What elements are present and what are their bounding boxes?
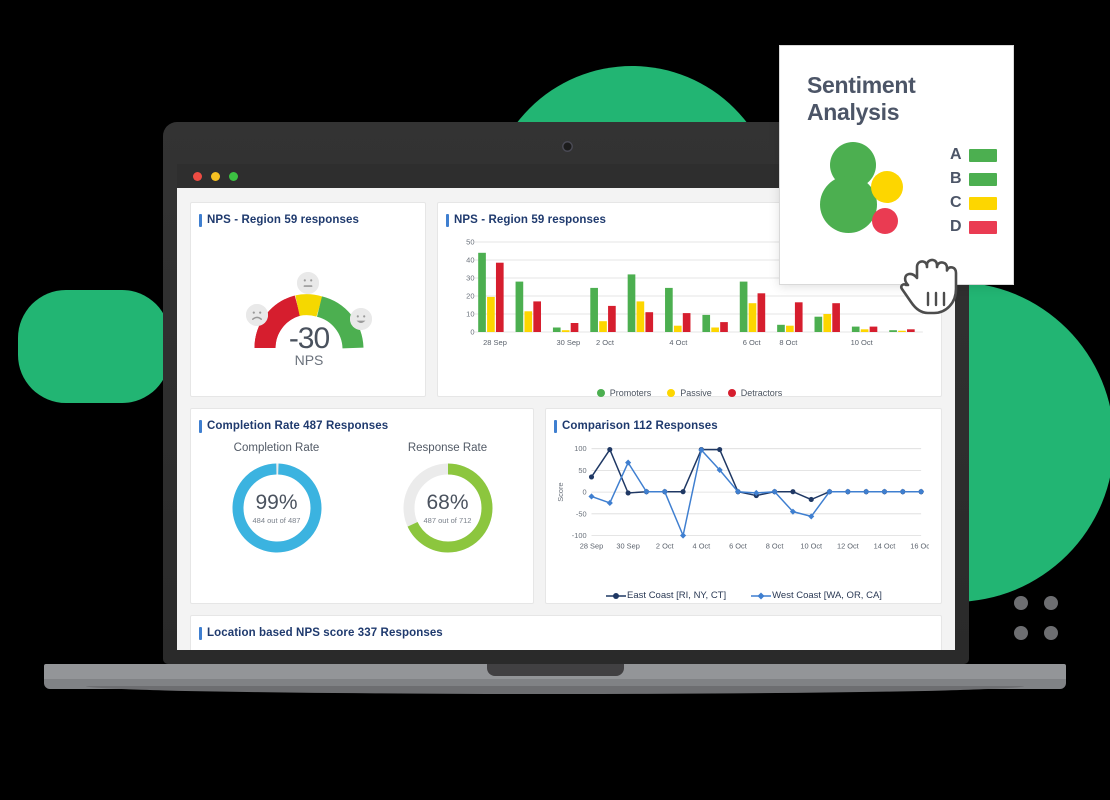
nps-gauge-value: -30 [288,322,330,355]
donut-completion-center: 99% 484 out of 487 [229,460,325,556]
bar-legend-item[interactable]: Detractors [727,388,783,398]
dot [1014,626,1028,640]
svg-text:12 Oct: 12 Oct [837,541,859,550]
laptop-base-foot [86,686,1024,694]
sentiment-legend-swatch [969,148,997,162]
donut-response-caption: Response Rate [407,442,488,454]
svg-text:8 Oct: 8 Oct [766,541,784,550]
svg-text:-100: -100 [572,531,587,540]
sentiment-legend: A B C D [950,146,997,236]
donut-response-rate: Response Rate 68% 487 out of 712 [400,442,496,556]
bubble-yellow [871,171,903,204]
bubble-red [872,208,898,235]
line-chart-svg: -100 -50 0 50 100 Score 28 Sep 30 Sep 2 Oct 4 Oct… [556,444,932,550]
laptop-trackpad-notch [487,664,624,676]
card-location-title: Location based NPS score 337 Responses [191,616,941,640]
line-legend-item[interactable]: East Coast [RI, NY, CT] [605,590,726,601]
donut-completion-sub: 484 out of 487 [252,515,301,525]
donut-completion-percent: 99% [255,490,298,514]
window-close-button[interactable] [193,171,202,181]
card-completion-rate: Completion Rate 487 Responses Completion… [190,408,534,604]
legend-color-dot [667,389,676,397]
svg-text:Score: Score [556,482,565,501]
sentiment-analysis-title: Sentiment Analysis [780,46,1013,126]
svg-text:10 Oct: 10 Oct [800,541,822,550]
card-comparison-title: Comparison 112 Responses [546,409,941,433]
bar-chart-legend: Promoters Passive Detractors [438,388,941,398]
donut-response-percent: 68% [426,490,469,514]
card-nps-gauge-title: NPS - Region 59 responses [191,203,425,227]
sentiment-legend-row: D [950,218,997,236]
dashboard-row-2: Completion Rate 487 Responses Completion… [190,408,942,604]
svg-text:16 Oct: 16 Oct [910,541,929,550]
legend-line-marker [751,592,772,599]
sentiment-legend-letter: D [950,218,962,235]
legend-label: East Coast [RI, NY, CT] [627,590,727,601]
sentiment-legend-letter: B [950,170,962,187]
donut-response-sub: 487 out of 712 [423,515,472,525]
dashboard-row-3: Location based NPS score 337 Responses [190,615,942,650]
legend-color-dot [596,389,605,397]
line-legend-item[interactable]: West Coast [WA, OR, CA] [750,590,882,601]
svg-text:28 Sep: 28 Sep [580,541,603,550]
bar-legend-item[interactable]: Promoters [596,388,652,398]
donut-completion-caption: Completion Rate [233,442,320,454]
sentiment-legend-swatch [969,172,997,186]
decorative-dot-grid [1014,596,1058,640]
card-completion-title: Completion Rate 487 Responses [191,409,533,433]
illustration-stage: NPS - Region 59 responses -30 NPS NPS - … [0,0,1110,800]
sentiment-legend-row: A [950,146,997,164]
card-location-nps: Location based NPS score 337 Responses [190,615,942,650]
comparison-line-chart: -100 -50 0 50 100 Score 28 Sep 30 Sep 2 Oct 4 Oct… [554,440,932,590]
sentiment-title-line1: Sentiment [807,72,916,98]
legend-label: Promoters [609,388,652,398]
dot [1044,626,1058,640]
legend-line-marker [606,592,627,599]
svg-text:2 Oct: 2 Oct [656,541,674,550]
legend-color-dot [727,389,736,397]
donut-response-chart: 68% 487 out of 712 [400,460,496,556]
dot [1014,596,1028,610]
line-chart-legend: East Coast [RI, NY, CT] West Coast [WA, … [546,590,941,601]
laptop-camera-icon [562,141,573,152]
sentiment-legend-row: B [950,170,997,188]
donut-response-center: 68% 487 out of 712 [400,460,496,556]
sentiment-legend-swatch [969,220,997,234]
sentiment-analysis-card: Sentiment Analysis A B C D [779,45,1014,285]
sentiment-legend-swatch [969,196,997,210]
legend-label: West Coast [WA, OR, CA] [772,590,882,601]
sentiment-legend-row: C [950,194,997,212]
card-nps-gauge: NPS - Region 59 responses -30 NPS [190,202,426,397]
nps-gauge-value-label: NPS [294,352,324,368]
svg-text:-50: -50 [576,509,587,518]
card-comparison: Comparison 112 Responses -100 -50 0 50 100 Sc… [545,408,942,604]
svg-text:50: 50 [578,466,586,475]
decorative-green-rounded-square-left [18,290,170,403]
donut-group: Completion Rate 99% 484 out of 487 Respo… [191,432,533,556]
sentiment-legend-letter: C [950,194,962,211]
svg-text:6 Oct: 6 Oct [729,541,747,550]
bar-legend-item[interactable]: Passive [667,388,712,398]
neutral-face-icon [297,272,319,294]
nps-gauge-chart: -30 NPS [191,226,427,376]
svg-text:30 Sep: 30 Sep [616,541,639,550]
sentiment-legend-letter: A [950,146,962,163]
dot [1044,596,1058,610]
donut-completion-rate: Completion Rate 99% 484 out of 487 [229,442,325,556]
svg-text:14 Oct: 14 Oct [874,541,896,550]
svg-text:100: 100 [574,444,586,453]
sentiment-title-line2: Analysis [807,99,900,126]
bubble-green-large [820,176,877,234]
legend-label: Passive [680,388,712,398]
hand-cursor-icon [898,255,962,322]
window-minimize-button[interactable] [211,171,220,181]
svg-text:4 Oct: 4 Oct [693,541,711,550]
window-maximize-button[interactable] [229,171,238,181]
donut-completion-chart: 99% 484 out of 487 [229,460,325,556]
legend-label: Detractors [740,388,783,398]
svg-text:0: 0 [582,488,586,497]
